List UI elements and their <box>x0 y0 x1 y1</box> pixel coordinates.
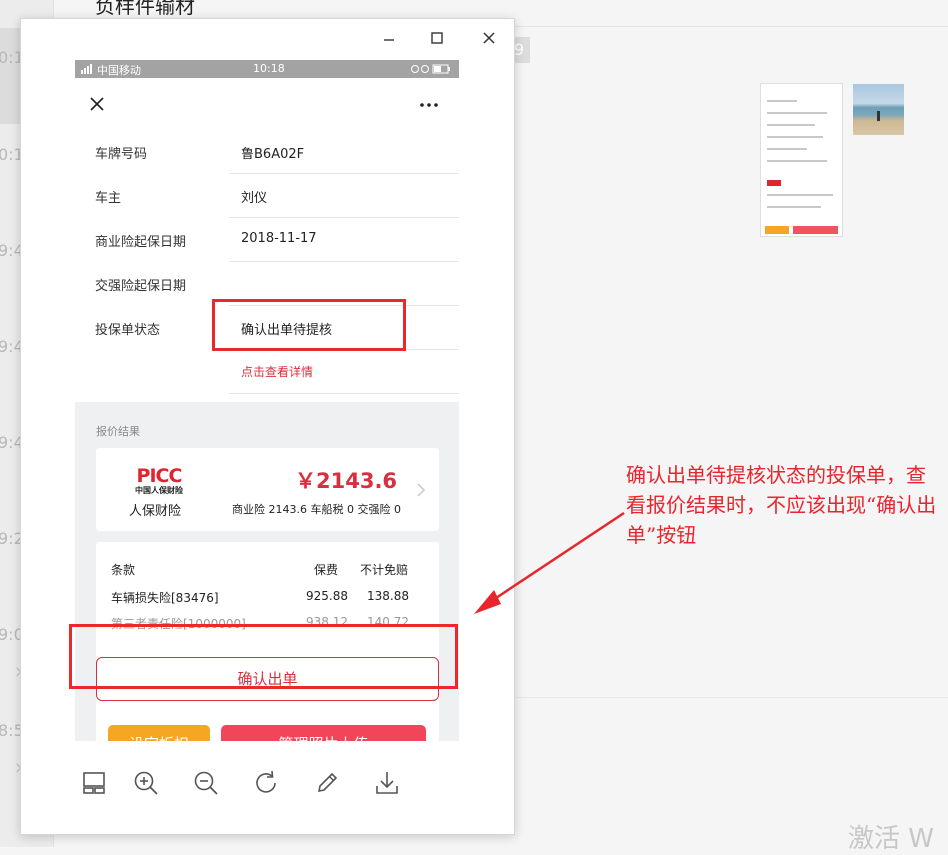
annotation-arrow <box>474 511 625 614</box>
annotation-note: 确认出单待提核状态的投保单，查看报价结果时，不应该出现“确认出单”按钮 <box>626 463 937 547</box>
